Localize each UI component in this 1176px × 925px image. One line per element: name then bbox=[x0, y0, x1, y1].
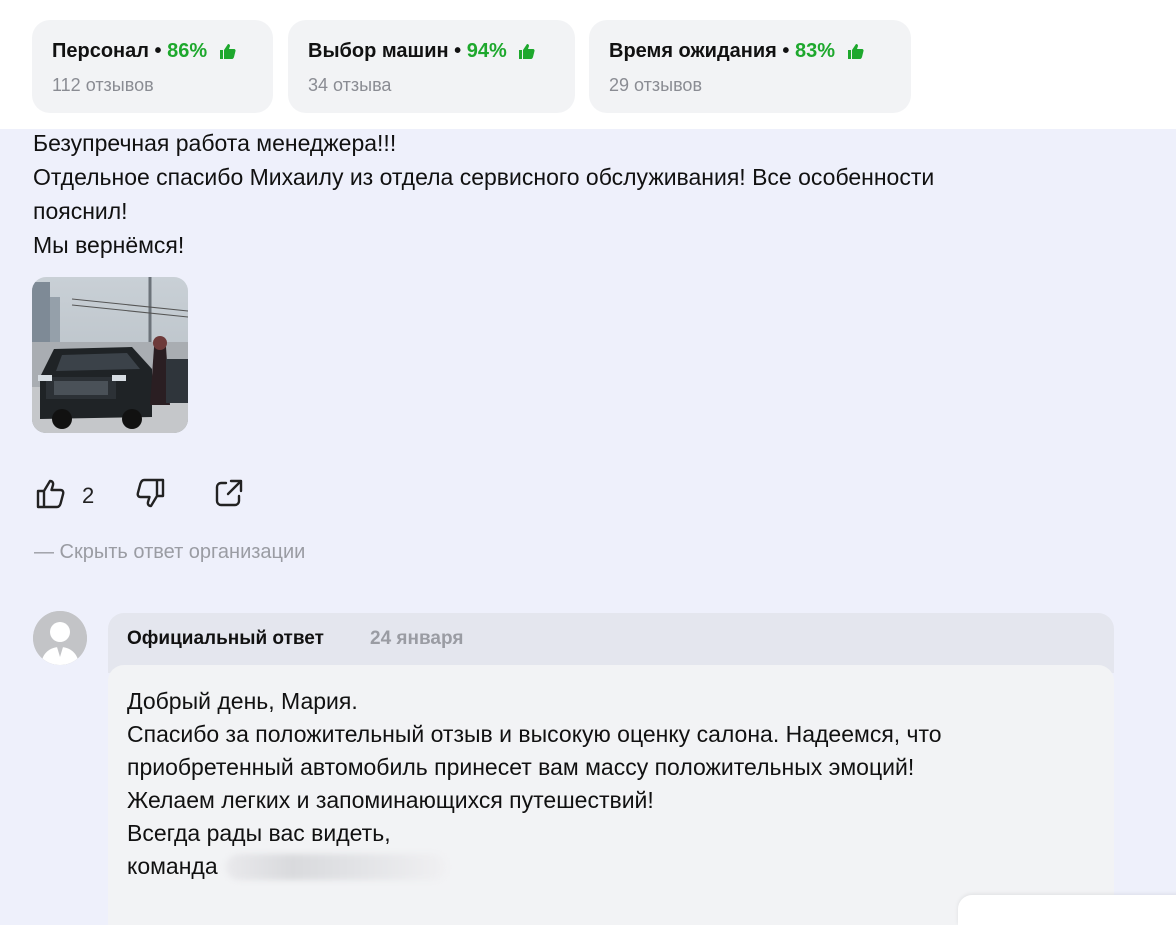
thumbs-up-icon bbox=[219, 42, 236, 65]
rating-title: Выбор машин • 94% bbox=[308, 40, 575, 65]
review-line: пояснил! bbox=[33, 198, 128, 224]
review-line: Мы вернёмся! bbox=[33, 232, 185, 258]
rating-percent: 83% bbox=[794, 40, 835, 62]
share-button[interactable] bbox=[212, 476, 246, 515]
reply-line: Спасибо за положительный отзыв и высокую… bbox=[127, 721, 942, 747]
official-reply-header: Официальный ответ 24 января bbox=[108, 613, 1114, 673]
reply-line: приобретенный автомобиль принесет вам ма… bbox=[127, 754, 915, 780]
rating-bar: Персонал • 86% 112 отзывов Выбор машин •… bbox=[0, 0, 1176, 129]
review-line: Отдельное спасибо Михаилу из отдела серв… bbox=[33, 164, 935, 190]
like-button[interactable]: 2 bbox=[34, 476, 94, 517]
rating-label: Персонал bbox=[52, 40, 149, 62]
rating-label: Выбор машин bbox=[308, 40, 449, 62]
dislike-icon bbox=[136, 478, 165, 508]
floating-panel-edge bbox=[958, 895, 1176, 925]
reply-line: Добрый день, Мария. bbox=[127, 688, 358, 714]
rating-card-car-choice[interactable]: Выбор машин • 94% 34 отзыва bbox=[288, 20, 575, 113]
share-icon bbox=[215, 479, 243, 507]
thumbs-up-icon bbox=[847, 42, 864, 65]
review-photo[interactable] bbox=[32, 277, 188, 433]
reply-line: Желаем легких и запоминающихся путешеств… bbox=[127, 787, 654, 813]
rating-title: Персонал • 86% bbox=[52, 40, 273, 65]
reply-line: Всегда рады вас видеть, bbox=[127, 820, 391, 846]
redacted-company-name bbox=[225, 854, 446, 880]
review-text: Безупречная работа менеджера!!! Отдельно… bbox=[33, 126, 1143, 262]
official-reply-label: Официальный ответ bbox=[127, 628, 324, 649]
official-reply-date: 24 января bbox=[370, 628, 464, 649]
rating-card-wait-time[interactable]: Время ожидания • 83% 29 отзывов bbox=[589, 20, 911, 113]
organization-avatar bbox=[33, 611, 87, 665]
official-reply-body: Добрый день, Мария. Спасибо за положител… bbox=[108, 665, 1114, 925]
car-photo-image bbox=[32, 277, 188, 433]
reply-line-signature: команда bbox=[127, 850, 1114, 883]
rating-count: 34 отзыва bbox=[308, 75, 392, 95]
avatar-placeholder-icon bbox=[33, 611, 87, 665]
hide-reply-link[interactable]: — Скрыть ответ организации bbox=[34, 541, 305, 564]
rating-count: 112 отзывов bbox=[52, 75, 154, 95]
reply-line: команда bbox=[127, 853, 218, 879]
rating-percent: 86% bbox=[167, 40, 208, 62]
rating-count: 29 отзывов bbox=[609, 75, 703, 95]
review-line: Безупречная работа менеджера!!! bbox=[33, 130, 397, 156]
rating-label: Время ожидания bbox=[609, 40, 777, 62]
rating-percent: 94% bbox=[466, 40, 507, 62]
like-icon bbox=[36, 479, 65, 509]
dislike-button[interactable] bbox=[133, 476, 169, 517]
likes-count: 2 bbox=[82, 483, 95, 508]
rating-title: Время ожидания • 83% bbox=[609, 40, 911, 65]
rating-card-staff[interactable]: Персонал • 86% 112 отзывов bbox=[32, 20, 273, 113]
thumbs-up-icon bbox=[518, 42, 535, 65]
